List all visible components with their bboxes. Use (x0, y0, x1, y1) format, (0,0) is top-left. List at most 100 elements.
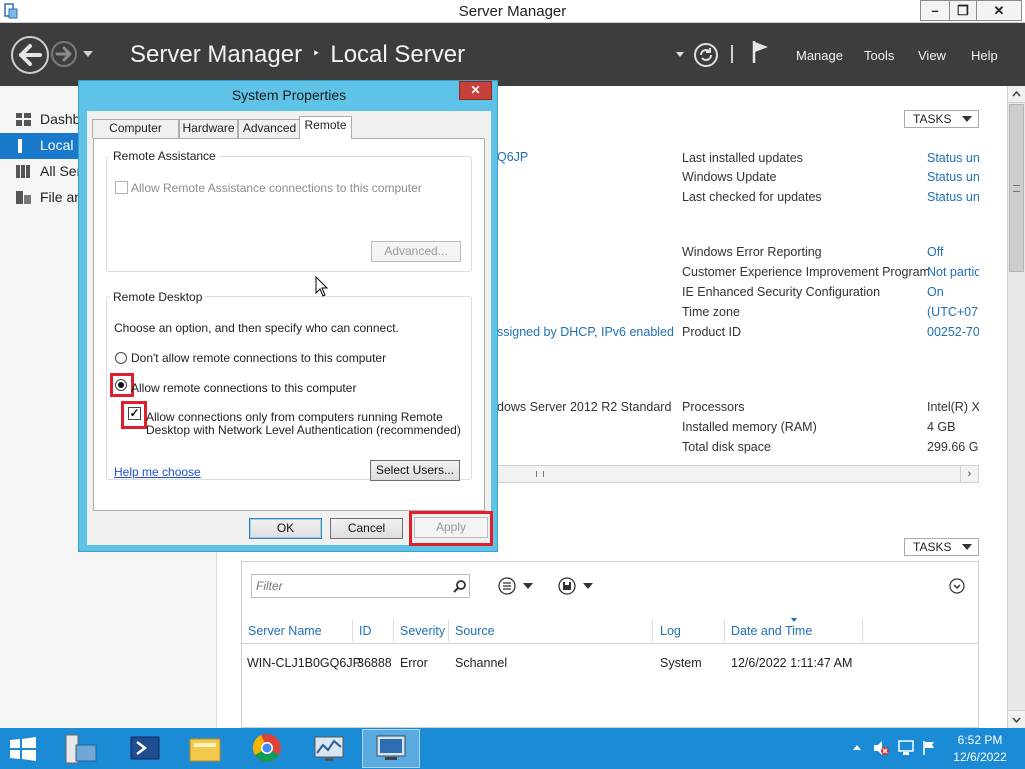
help-me-choose-link[interactable]: Help me choose (114, 465, 201, 479)
column-header-id[interactable]: ID (359, 624, 372, 638)
forward-button[interactable] (51, 41, 77, 67)
maximize-button[interactable]: ❐ (949, 0, 977, 21)
prop-value[interactable]: Not participating (927, 265, 979, 279)
prop-value[interactable]: Status unknown (927, 170, 979, 184)
close-button[interactable]: ✕ (976, 0, 1022, 21)
mouse-cursor-icon (315, 276, 329, 297)
prop-value[interactable]: Status unknown (927, 151, 979, 165)
radio-allow-label[interactable]: Allow remote connections to this compute… (131, 381, 356, 395)
tab-computer-name[interactable]: Computer Name (92, 119, 179, 152)
taskbar-powershell[interactable] (116, 729, 174, 768)
column-divider (862, 620, 863, 642)
select-users-button[interactable]: Select Users... (370, 460, 460, 481)
nla-checkbox[interactable]: ✓ (128, 407, 141, 420)
column-divider (393, 620, 394, 642)
scroll-down-icon[interactable] (1008, 710, 1025, 727)
arrow-left-icon (19, 44, 42, 66)
advanced-button[interactable]: Advanced... (371, 241, 461, 262)
ethernet-value[interactable]: ssigned by DHCP, IPv6 enabled (497, 325, 674, 339)
nla-label-line2[interactable]: Desktop with Network Level Authenticatio… (146, 423, 461, 437)
nla-label-line1[interactable]: Allow connections only from computers ru… (146, 410, 443, 424)
column-header-server-name[interactable]: Server Name (248, 624, 322, 638)
action-center-flag-icon[interactable] (921, 740, 937, 756)
taskbar-system-properties[interactable] (362, 729, 420, 768)
start-button[interactable] (8, 736, 40, 762)
menu-help[interactable]: Help (971, 48, 998, 63)
remote-assistance-label: Allow Remote Assistance connections to t… (131, 181, 422, 195)
breadcrumb: Server Manager ‣ Local Server (130, 41, 465, 69)
window-title: Server Manager (458, 3, 567, 20)
folder-icon (189, 738, 221, 762)
tasks-label: TASKS (913, 540, 952, 554)
scroll-right-icon[interactable]: › (960, 466, 978, 482)
remote-assistance-checkbox[interactable] (115, 181, 128, 194)
column-divider (652, 620, 653, 642)
storage-icon (16, 191, 31, 204)
prop-label: Last installed updates (682, 151, 803, 165)
prop-value[interactable]: Status unknown (927, 190, 979, 204)
radio-dont-allow[interactable] (115, 352, 127, 364)
tray-overflow-icon[interactable] (853, 745, 861, 750)
monitor-chart-icon (314, 736, 344, 761)
clock-date[interactable]: 12/6/2022 (950, 750, 1010, 764)
app-header: Server Manager ‣ Local Server Manage Tools… (0, 23, 1025, 86)
chevron-down-icon (962, 116, 972, 122)
breadcrumb-root[interactable]: Server Manager (130, 41, 302, 68)
menu-view[interactable]: View (918, 48, 946, 63)
refresh-dropdown-icon[interactable] (676, 52, 684, 57)
taskbar-chrome[interactable] (238, 729, 296, 768)
volume-muted-icon[interactable] (872, 740, 890, 756)
taskbar-file-explorer[interactable] (176, 729, 234, 768)
cancel-button[interactable]: Cancel (330, 518, 403, 539)
prop-label: Time zone (682, 305, 740, 319)
filter-input[interactable] (256, 578, 436, 594)
breadcrumb-separator: ‣ (312, 45, 321, 61)
prop-value[interactable]: Off (927, 245, 979, 259)
properties-hscrollbar[interactable]: › (497, 465, 979, 483)
computer-name-value[interactable]: Q6JP (497, 150, 528, 164)
filter-box[interactable] (251, 574, 470, 598)
menu-tools[interactable]: Tools (864, 48, 894, 63)
search-icon[interactable] (453, 579, 467, 593)
radio-dont-allow-label[interactable]: Don't allow remote connections to this c… (131, 351, 386, 365)
radio-allow[interactable] (115, 379, 127, 391)
prop-value[interactable]: (UTC+07:00) (927, 305, 979, 319)
scroll-grip (1013, 185, 1020, 192)
taskbar-server-manager[interactable] (52, 729, 110, 768)
scroll-up-icon[interactable] (1008, 86, 1025, 103)
table-row[interactable]: WIN-CLJ1B0GQ6JP 36888 Error Schannel Sys… (242, 648, 978, 676)
column-header-log[interactable]: Log (660, 624, 681, 638)
column-header-date-time[interactable]: Date and Time (731, 624, 812, 638)
taskbar-performance-monitor[interactable] (300, 729, 358, 768)
save-query-button[interactable] (557, 576, 597, 596)
dialog-close-button[interactable]: ✕ (459, 81, 492, 100)
column-header-source[interactable]: Source (455, 624, 495, 638)
events-tasks-button[interactable]: TASKS (904, 538, 979, 556)
column-divider (352, 620, 353, 642)
scroll-thumb[interactable] (1009, 104, 1024, 272)
expand-button[interactable] (949, 578, 965, 594)
taskbar (0, 728, 1025, 769)
tab-advanced[interactable]: Advanced (238, 119, 301, 138)
properties-tasks-button[interactable]: TASKS (904, 110, 979, 128)
prop-value[interactable]: 00252-70000 (927, 325, 979, 339)
clock-time[interactable]: 6:52 PM (950, 733, 1010, 747)
notifications-button[interactable] (751, 39, 771, 65)
refresh-button[interactable] (693, 42, 719, 68)
remote-desktop-instruction: Choose an option, and then specify who c… (114, 321, 399, 335)
history-dropdown-icon[interactable] (83, 51, 93, 57)
tab-remote[interactable]: Remote (299, 116, 352, 139)
back-button[interactable] (11, 36, 49, 74)
minimize-button[interactable]: – (920, 0, 950, 21)
apply-button[interactable]: Apply (414, 517, 488, 538)
prop-label: Processors (682, 400, 745, 414)
ok-button[interactable]: OK (249, 518, 322, 539)
network-icon[interactable] (898, 740, 914, 756)
main-vscrollbar[interactable] (1007, 86, 1025, 728)
column-header-severity[interactable]: Severity (400, 624, 445, 638)
menu-manage[interactable]: Manage (796, 48, 843, 63)
arrow-right-icon (55, 46, 72, 62)
tab-hardware[interactable]: Hardware (179, 119, 238, 138)
prop-value[interactable]: On (927, 285, 979, 299)
list-options-button[interactable] (497, 576, 537, 596)
